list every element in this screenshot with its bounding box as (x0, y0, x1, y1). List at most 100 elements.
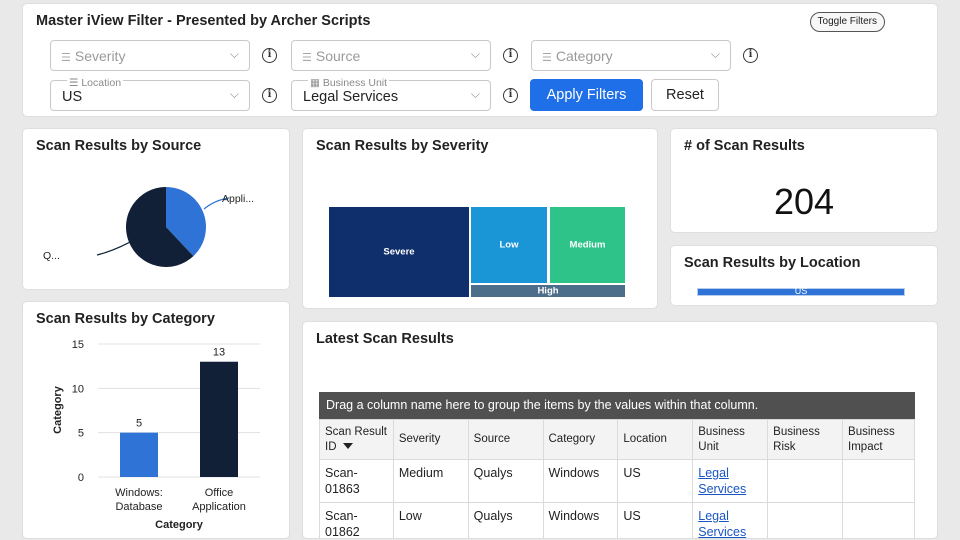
treemap-cell-medium[interactable]: Medium (550, 207, 625, 283)
column-header[interactable]: Scan Result ID (319, 419, 394, 460)
table-cell[interactable]: Legal Services (692, 502, 769, 538)
severity-info-icon[interactable]: i (262, 48, 277, 63)
table-cell: Windows (542, 502, 619, 538)
column-header[interactable]: Category (542, 419, 619, 460)
treemap-label: Low (499, 239, 519, 251)
column-header-label: Source (473, 433, 511, 445)
source-placeholder: Source (315, 48, 361, 64)
treemap-cell-low[interactable]: Low (471, 207, 547, 283)
severity-chart-card: Scan Results by Severity Severe Low Medium… (303, 129, 657, 308)
filter-panel-title: Master iView Filter - Presented by Arche… (36, 13, 371, 29)
chevron-down-icon: ⌵ (470, 87, 480, 101)
chevron-down-icon: ⌵ (710, 47, 720, 61)
location-dropdown[interactable]: ☰ Location US ⌵ (50, 77, 250, 111)
source-dropdown[interactable]: ☰ Source ⌵ (291, 40, 491, 71)
column-header-label: Category (548, 433, 596, 445)
category-bar-chart: 0 5 10 15 5 Windows: Database 13 Office Applicati… (52, 339, 260, 531)
category-placeholder: Category (555, 48, 613, 64)
bar[interactable] (120, 432, 158, 477)
table-cell: Low (392, 502, 469, 538)
column-header-label: Severity (398, 433, 441, 445)
column-header-label: Business Unit (698, 425, 745, 453)
reset-button[interactable]: Reset (651, 79, 719, 111)
column-header[interactable]: Location (617, 419, 694, 460)
table-cell: US (617, 459, 694, 503)
column-header[interactable]: Business Impact (842, 419, 915, 460)
treemap-cell-high[interactable]: High (471, 285, 625, 297)
x-tick-label: Application (192, 501, 246, 513)
table-cell (767, 459, 844, 503)
severity-dropdown[interactable]: ☰ Severity ⌵ (50, 40, 250, 71)
list-icon: ☰ (542, 52, 552, 64)
column-header[interactable]: Business Risk (767, 419, 844, 460)
column-header[interactable]: Business Unit (692, 419, 769, 460)
location-label: Location (81, 77, 122, 89)
table-row[interactable]: Scan-01863 Medium Qualys Windows US Legal Ser… (319, 459, 915, 503)
table-cell: Qualys (467, 459, 544, 503)
category-info-icon[interactable]: i (743, 48, 758, 63)
y-tick-label: 5 (78, 428, 84, 440)
y-axis-label: Category (52, 385, 64, 434)
pie-label: Q... (43, 250, 60, 262)
treemap-label: Medium (569, 239, 606, 251)
count-title: # of Scan Results (684, 138, 805, 154)
business-unit-link[interactable]: Legal Services (698, 509, 746, 538)
data-label: 13 (213, 347, 225, 359)
severity-chart-title: Scan Results by Severity (316, 138, 489, 154)
filter-panel: Master iView Filter - Presented by Arche… (23, 4, 937, 116)
table-cell (842, 459, 915, 503)
column-header[interactable]: Source (467, 419, 544, 460)
sort-desc-icon[interactable] (342, 443, 353, 450)
location-bar[interactable]: US (697, 286, 905, 296)
x-tick-label: Windows: (115, 487, 163, 499)
table-row[interactable]: Scan-01862 Low Qualys Windows US Legal Servic… (319, 502, 915, 538)
column-header-label: Scan Result ID (325, 425, 388, 453)
results-table: Scan Result ID Severity Source Category Loca… (319, 419, 915, 538)
business-unit-value: Legal Services (303, 89, 399, 105)
bar[interactable] (200, 361, 238, 477)
group-by-bar[interactable]: Drag a column name here to group the ite… (319, 392, 915, 419)
apply-filters-button[interactable]: Apply Filters (530, 79, 643, 111)
business-unit-link[interactable]: Legal Services (698, 466, 746, 496)
table-cell[interactable]: Legal Services (692, 459, 769, 503)
location-value: US (62, 89, 83, 105)
list-icon: ☰ (302, 52, 312, 64)
location-chart-title: Scan Results by Location (684, 255, 861, 271)
table-cell: Windows (542, 459, 619, 503)
location-info-icon[interactable]: i (262, 88, 277, 103)
building-icon: ▦ (310, 77, 323, 89)
table-cell: Scan-01862 (319, 502, 394, 538)
business-unit-label: Business Unit (322, 77, 388, 89)
category-dropdown[interactable]: ☰ Category ⌵ (531, 40, 731, 71)
business-unit-info-icon[interactable]: i (503, 88, 518, 103)
x-tick-label: Office (205, 487, 234, 499)
source-info-icon[interactable]: i (503, 48, 518, 63)
table-cell: US (617, 502, 694, 538)
treemap-label: High (537, 285, 559, 297)
toggle-filters-button[interactable]: Toggle Filters (809, 12, 885, 32)
latest-results-title: Latest Scan Results (316, 331, 454, 347)
pie-label: Appli... (222, 193, 254, 205)
y-tick-label: 10 (72, 383, 84, 395)
data-label: 5 (136, 418, 142, 430)
business-unit-dropdown[interactable]: ▦ Business Unit Legal Services ⌵ (291, 77, 491, 111)
location-bar-label: US (794, 286, 808, 296)
table-cell (842, 502, 915, 538)
column-header[interactable]: Severity (392, 419, 469, 460)
source-pie-chart: Appli... Q... (43, 187, 254, 267)
list-icon: ☰ (61, 52, 71, 64)
table-cell: Qualys (467, 502, 544, 538)
source-chart-card: Scan Results by Source Appli... Q... (23, 129, 289, 289)
chevron-down-icon: ⌵ (470, 47, 480, 61)
column-header-label: Business Impact (848, 425, 895, 453)
category-chart-card: Scan Results by Category 0 5 10 15 5 Windows:… (23, 302, 289, 538)
column-header-label: Location (623, 433, 667, 445)
count-card: # of Scan Results 204 (671, 129, 937, 232)
table-cell: Medium (392, 459, 469, 503)
location-chart-card: Scan Results by Location US (671, 246, 937, 305)
pie-leader-line (96, 241, 131, 256)
treemap-cell-severe[interactable]: Severe (329, 207, 469, 297)
list-icon: ☰ (69, 77, 82, 89)
x-tick-label: Database (115, 501, 162, 513)
scan-results-count: 204 (773, 181, 835, 222)
